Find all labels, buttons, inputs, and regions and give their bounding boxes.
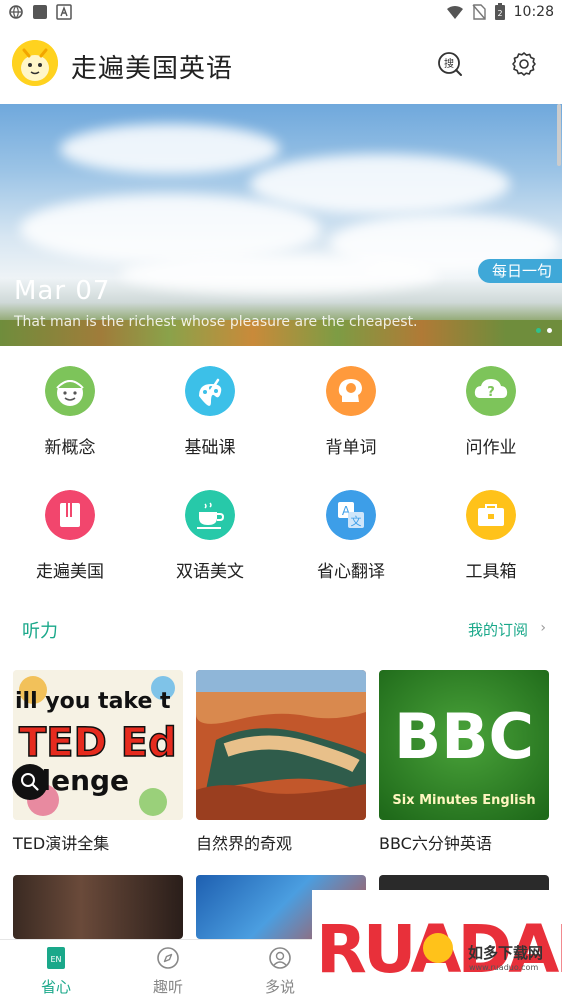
app-bar: 走遍美国英语 搜 — [0, 26, 562, 104]
svg-text:2: 2 — [497, 9, 502, 18]
nav-tab-home[interactable]: EN 省心 — [0, 940, 112, 999]
grid-label: 省心翻译 — [317, 562, 385, 582]
carousel-dot — [547, 328, 552, 333]
paint-palette-icon — [185, 366, 235, 416]
banner-quote: That man is the richest whose pleasure a… — [14, 314, 418, 330]
grid-label: 背单词 — [325, 438, 377, 458]
globe-icon — [9, 5, 23, 19]
banner-date: Mar 07 — [14, 276, 111, 306]
search-icon[interactable]: 搜 — [436, 50, 464, 78]
svg-text:文: 文 — [351, 514, 362, 528]
card-nature[interactable]: 自然界的奇观 — [196, 670, 366, 854]
grid-label: 走遍美国 — [36, 562, 104, 582]
carousel-dots — [536, 328, 552, 333]
grid-item-vocabulary[interactable]: 背单词 — [281, 346, 421, 458]
scrollbar — [557, 104, 561, 166]
grid-item-bilingual-essays[interactable]: 双语美文 — [140, 470, 280, 582]
section-title-listening: 听力 — [22, 621, 58, 642]
grid-label: 问作业 — [465, 438, 517, 458]
card-bbc[interactable]: BBC Six Minutes English BBC六分钟英语 — [379, 670, 549, 854]
grid-item-toolbox[interactable]: 工具箱 — [421, 470, 561, 582]
en-book-icon: EN — [47, 947, 65, 969]
grid-label: 新概念 — [44, 438, 96, 458]
grid-item-ask-homework[interactable]: ? 问作业 — [421, 346, 561, 458]
chevron-right-icon: › — [540, 620, 546, 636]
watermark-logo: RUADADO 如多下载网 www.ruaduo.com — [312, 890, 562, 999]
grid-item-new-concept[interactable]: 新概念 — [0, 346, 140, 458]
user-icon — [269, 947, 291, 969]
compass-icon — [157, 947, 179, 969]
grid-label: 工具箱 — [465, 562, 517, 582]
grid-label: 基础课 — [184, 438, 236, 458]
app-logo — [12, 40, 58, 86]
svg-text:搜: 搜 — [444, 57, 454, 70]
nav-label: 省心 — [40, 978, 71, 996]
my-subscriptions-link[interactable]: 我的订阅 — [468, 619, 528, 640]
carousel-dot-active — [536, 328, 541, 333]
daily-sentence-tag[interactable]: 每日一句 — [477, 259, 562, 283]
watermark-graphic: RUADADO 如多下载网 www.ruaduo.com — [312, 890, 562, 999]
brain-head-icon — [326, 366, 376, 416]
svg-text:TED Ed: TED Ed — [19, 720, 177, 766]
status-bar: 2 10:28 — [0, 0, 562, 26]
font-a-icon — [56, 4, 72, 20]
svg-text:EN: EN — [50, 955, 61, 964]
lemon-mascot-icon — [12, 40, 58, 86]
grid-item-basic-course[interactable]: 基础课 — [140, 346, 280, 458]
svg-text:ill you take t: ill you take t — [15, 689, 171, 714]
grid-item-walk-america[interactable]: 走遍美国 — [0, 470, 140, 582]
card-ted[interactable]: ill you take t TED Ed allenge TED演讲全集 — [13, 670, 183, 854]
nav-label: 趣听 — [152, 978, 183, 996]
card-thumbnail-partial[interactable] — [13, 875, 183, 939]
card-label: TED演讲全集 — [13, 834, 110, 853]
floating-search-button[interactable] — [12, 764, 48, 800]
svg-text:www.ruaduo.com: www.ruaduo.com — [469, 963, 538, 972]
card-label: 自然界的奇观 — [196, 834, 293, 853]
gear-icon[interactable] — [510, 50, 538, 78]
svg-text:如多下载网: 如多下载网 — [468, 944, 543, 962]
translate-icon: A 文 — [326, 490, 376, 540]
question-cloud-icon: ? — [466, 366, 516, 416]
svg-text:?: ? — [487, 385, 495, 400]
smiley-face-icon — [45, 366, 95, 416]
app-title: 走遍美国英语 — [71, 54, 234, 84]
daily-sentence-banner[interactable]: Mar 07 That man is the richest whose ple… — [0, 104, 562, 346]
coffee-cup-icon — [185, 490, 235, 540]
book-icon — [45, 490, 95, 540]
grid-label: 双语美文 — [176, 562, 244, 582]
grid-item-translate[interactable]: A 文 省心翻译 — [281, 470, 421, 582]
status-time: 10:28 — [513, 4, 554, 20]
card-label: BBC六分钟英语 — [379, 834, 492, 853]
nature-thumbnail — [196, 670, 366, 820]
wifi-icon — [446, 5, 463, 19]
svg-text:BBC: BBC — [394, 700, 534, 773]
battery-icon: 2 — [494, 3, 505, 20]
svg-text:Six Minutes English: Six Minutes English — [392, 793, 535, 808]
nav-tab-listen[interactable]: 趣听 — [112, 940, 224, 999]
notification-square-icon — [33, 5, 47, 19]
no-sim-icon — [472, 4, 486, 20]
toolbox-icon — [466, 490, 516, 540]
magnifier-icon — [21, 773, 39, 791]
bbc-thumbnail: BBC Six Minutes English — [379, 670, 549, 820]
